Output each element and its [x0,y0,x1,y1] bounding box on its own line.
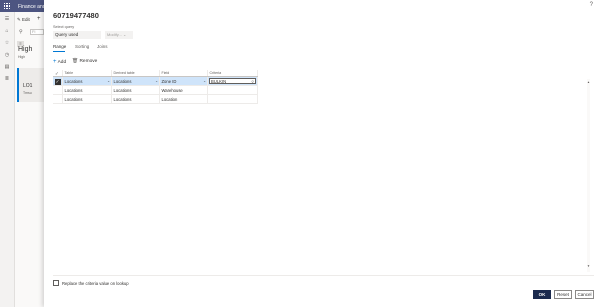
chevron-down-icon[interactable]: ⌄ [155,77,158,85]
table-row[interactable]: ✓ Locations ⌄ Locations ⌄ Zone ID ⌄ BULKIN ⚲ [53,77,258,86]
chevron-down-icon[interactable]: ⌄ [107,77,110,85]
column-header-derived-table[interactable]: Derived table [111,70,159,76]
cancel-button[interactable]: Cancel [575,290,594,299]
vertical-scrollbar[interactable] [587,79,590,272]
new-icon[interactable]: + [37,16,41,22]
cell-criteria[interactable] [207,86,258,94]
chevron-down-icon[interactable]: ⌄ [203,77,206,85]
scroll-up-icon[interactable]: ▲ [587,80,590,84]
tab-sorting[interactable]: Sorting [75,44,89,49]
replace-criteria-label: Replace the criteria value on lookup [62,280,129,286]
select-query-label: Select query [53,25,75,29]
modules-icon[interactable]: ≣ [4,77,10,82]
cell-field[interactable]: Warehouse [159,86,207,94]
remove-button[interactable]: 🗑 Remove [72,59,97,64]
app-title: Finance and [18,3,46,10]
cell-table[interactable]: Locations [62,86,111,94]
reset-button[interactable]: Reset [554,290,572,299]
select-all-checkbox[interactable]: ✓ [53,70,62,76]
app-content: ✎ Edit + ⚲ Fi ≡ High High LO1 Tmsu [15,12,44,307]
row-select-checkbox[interactable]: ✓ [53,77,62,85]
active-tab-indicator [53,51,65,52]
dialog-title: 60719477480 [53,11,99,20]
hamburger-icon[interactable]: ☰ [4,17,10,22]
cell-table[interactable]: Locations [62,95,111,103]
app-nav-pane: ☰ ⌂ ☆ ◷ ▤ ≣ [0,12,15,307]
star-icon[interactable]: ☆ [4,41,10,46]
cell-criteria[interactable]: BULKIN ⚲ [207,77,258,85]
row-select-checkbox[interactable] [53,95,62,103]
filter-input[interactable]: Fi [30,29,44,35]
query-dialog: ? 60719477480 Select query Query used Mo… [44,0,600,307]
table-row[interactable]: Locations Locations Location [53,95,258,104]
checkmark-icon: ✓ [55,71,59,76]
add-button[interactable]: + Add [53,59,66,65]
app-launcher-icon[interactable] [4,3,10,9]
home-icon[interactable]: ⌂ [4,29,10,34]
plus-icon: + [53,59,57,65]
replace-criteria-checkbox[interactable] [53,280,59,286]
cell-field[interactable]: Location [159,95,207,103]
cell-field[interactable]: Zone ID ⌄ [159,77,207,85]
chevron-down-icon: ⌄ [122,32,127,37]
column-header-field[interactable]: Field [159,70,207,76]
app-subheading: High [18,55,26,59]
modify-button[interactable]: Modify... ⌄ [105,31,133,39]
app-top-bar: Finance and [0,0,46,12]
criteria-input[interactable]: BULKIN ⚲ [209,78,256,84]
list-item[interactable]: LO1 Tmsu [17,68,44,102]
cell-derived-table[interactable]: Locations [111,95,159,103]
cell-criteria[interactable] [207,95,258,103]
range-grid: ✓ Table Derived table Field Criteria ✓ L… [53,70,258,104]
list-item-subtext: Tmsu [23,91,32,95]
footer-divider [53,275,594,276]
table-row[interactable]: Locations Locations Warehouse [53,86,258,95]
recent-icon[interactable]: ◷ [4,53,10,58]
trash-icon: 🗑 [72,59,79,64]
row-select-checkbox[interactable] [53,86,62,94]
workspaces-icon[interactable]: ▤ [4,65,10,70]
cell-table[interactable]: Locations ⌄ [62,77,111,85]
checkmark-icon: ✓ [54,78,61,85]
column-header-table[interactable]: Table [62,70,111,76]
cell-derived-table[interactable]: Locations ⌄ [111,77,159,85]
list-item-code: LO1 [23,83,33,89]
grid-header-row: ✓ Table Derived table Field Criteria [53,70,258,77]
column-header-criteria[interactable]: Criteria [207,70,258,76]
edit-button[interactable]: ✎ Edit [17,17,30,23]
select-query-input[interactable]: Query used [53,31,101,39]
app-heading: High [18,46,33,53]
search-icon[interactable]: ⚲ [251,79,254,85]
ok-button[interactable]: OK [533,290,551,299]
tab-joins[interactable]: Joins [97,44,108,49]
help-icon[interactable]: ? [590,2,593,8]
filter-icon[interactable]: ⚲ [19,29,23,35]
scroll-down-icon[interactable]: ▼ [587,264,590,268]
tab-range[interactable]: Range [53,44,66,49]
cell-derived-table[interactable]: Locations [111,86,159,94]
